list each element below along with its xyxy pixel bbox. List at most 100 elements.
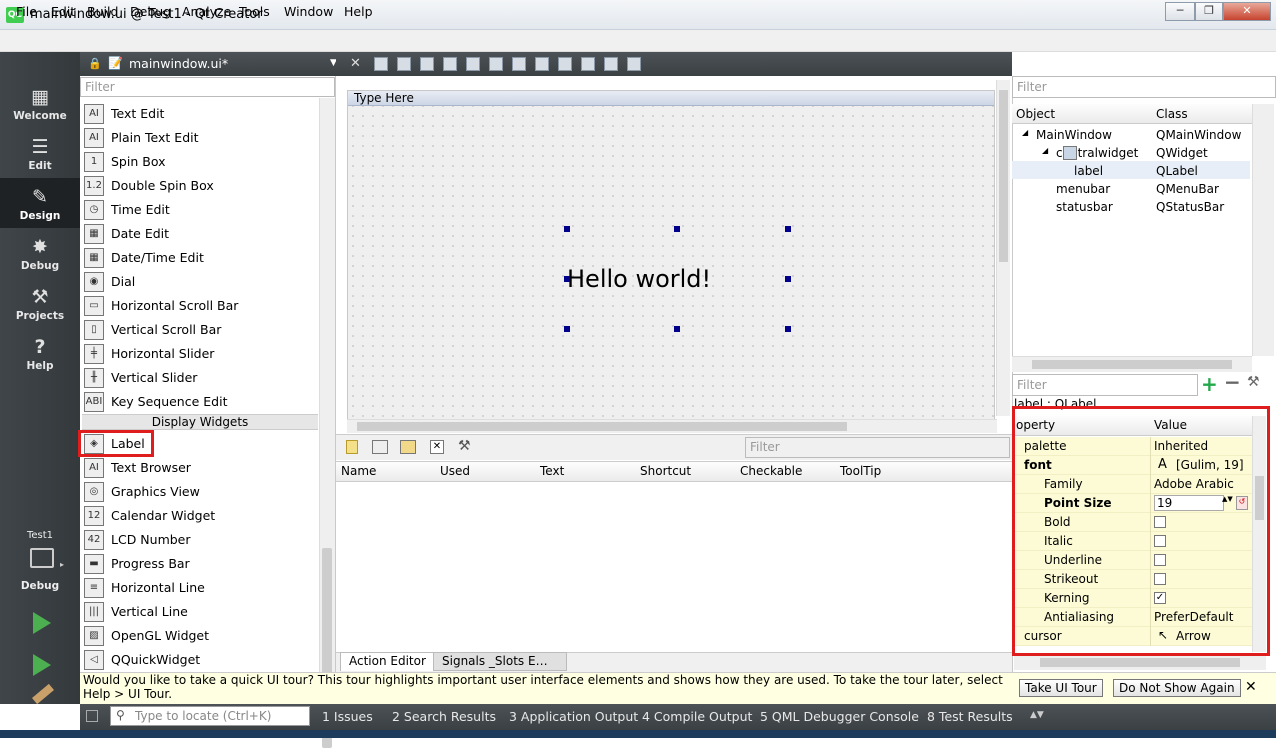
close-document-icon[interactable]: ✕: [350, 56, 361, 71]
form-tool-icon[interactable]: [420, 57, 434, 71]
object-vertical-scrollbar[interactable]: [1252, 104, 1274, 356]
form-tool-icon[interactable]: [535, 57, 549, 71]
pane-more-icon[interactable]: ▲▼: [1030, 710, 1044, 720]
paste-action-icon[interactable]: [400, 440, 416, 454]
monitor-icon[interactable]: [30, 548, 54, 568]
mode-welcome[interactable]: ▦ Welcome: [0, 78, 80, 128]
output-pane-5[interactable]: 5 QML Debugger Console: [760, 709, 919, 724]
debug-run-icon[interactable]: [33, 654, 51, 676]
selection-handle[interactable]: [674, 326, 680, 332]
widget-item-vertical-line[interactable]: ||| Vertical Line: [82, 600, 312, 624]
selection-handle[interactable]: [564, 276, 570, 282]
menu-analyze[interactable]: Analyze: [182, 4, 231, 19]
add-property-icon[interactable]: +: [1201, 374, 1218, 394]
form-tool-icon[interactable]: [512, 57, 526, 71]
locator-input[interactable]: Type to locate (Ctrl+K): [110, 706, 310, 726]
form-tool-icon[interactable]: [443, 57, 457, 71]
mode-design[interactable]: ✎ Design: [0, 178, 80, 228]
do-not-show-again-button[interactable]: Do Not Show Again: [1113, 679, 1241, 697]
menu-build[interactable]: Build: [87, 4, 118, 19]
mode-projects[interactable]: ⚒ Projects: [0, 278, 80, 328]
form-tool-icon[interactable]: [581, 57, 595, 71]
property-horizontal-scrollbar[interactable]: [1014, 656, 1266, 670]
widget-item-plain-text-edit[interactable]: AI Plain Text Edit: [82, 126, 312, 150]
object-name[interactable]: MainWindow: [1036, 128, 1112, 146]
menu-help[interactable]: Help: [344, 4, 373, 19]
object-horizontal-scrollbar[interactable]: [1012, 356, 1252, 372]
selection-handle[interactable]: [785, 326, 791, 332]
category-display-widgets[interactable]: Display Widgets: [82, 414, 318, 430]
hello-label[interactable]: Hello world!: [567, 265, 711, 293]
form-tool-icon[interactable]: [627, 57, 641, 71]
widget-item-opengl-widget[interactable]: ▨ OpenGL Widget: [82, 624, 312, 648]
selection-handle[interactable]: [674, 226, 680, 232]
menu-file[interactable]: File: [16, 4, 37, 19]
widget-item-vertical-scroll-bar[interactable]: ▯ Vertical Scroll Bar: [82, 318, 312, 342]
mode-debug[interactable]: ✸ Debug: [0, 228, 80, 278]
widget-item-text-browser[interactable]: AI Text Browser: [82, 456, 312, 480]
selection-handle[interactable]: [785, 276, 791, 282]
output-pane-2[interactable]: 2 Search Results: [392, 709, 496, 724]
form-tool-icon[interactable]: [374, 57, 388, 71]
copy-action-icon[interactable]: [372, 440, 388, 454]
close-window-button[interactable]: ✕: [1223, 2, 1271, 21]
selection-handle[interactable]: [564, 226, 570, 232]
widget-item-double-spin-box[interactable]: 1.2 Double Spin Box: [82, 174, 312, 198]
remove-property-icon[interactable]: −: [1224, 372, 1241, 392]
open-document-name[interactable]: mainwindow.ui*: [129, 56, 228, 71]
canvas-horizontal-scrollbar[interactable]: [347, 419, 997, 433]
action-filter-input[interactable]: Filter: [745, 437, 1010, 458]
form-tool-icon[interactable]: [489, 57, 503, 71]
widget-item-progress-bar[interactable]: ▬ Progress Bar: [82, 552, 312, 576]
output-pane-1[interactable]: 1 Issues: [322, 709, 373, 724]
tree-expander-icon[interactable]: ◢: [1022, 128, 1028, 146]
widget-item-dial[interactable]: ◉ Dial: [82, 270, 312, 294]
widget-item-key-sequence-edit[interactable]: ABI Key Sequence Edit: [82, 390, 312, 414]
configure-wrench-icon[interactable]: ⚒: [458, 438, 471, 454]
toggle-sidebar-icon[interactable]: [86, 710, 98, 722]
selection-handle[interactable]: [564, 326, 570, 332]
action-column-name[interactable]: Name: [341, 464, 376, 478]
output-pane-6[interactable]: 8 Test Results: [927, 709, 1013, 724]
menu-edit[interactable]: Edit: [51, 4, 75, 19]
form-tool-icon[interactable]: [604, 57, 618, 71]
widget-item-time-edit[interactable]: ◷ Time Edit: [82, 198, 312, 222]
form-tool-icon[interactable]: [397, 57, 411, 71]
tab-action-editor[interactable]: Action Editor: [340, 652, 435, 671]
widget-item-lcd-number[interactable]: 42 LCD Number: [82, 528, 312, 552]
run-icon[interactable]: [33, 612, 51, 634]
menu-tools[interactable]: Tools: [239, 4, 270, 19]
widget-box-scrollbar[interactable]: [319, 98, 335, 748]
maximize-button[interactable]: ❐: [1195, 2, 1223, 21]
widget-item-qquickwidget[interactable]: ◁ QQuickWidget: [82, 648, 312, 672]
menu-debug[interactable]: Debug: [130, 4, 171, 19]
mode-help[interactable]: ? Help: [0, 328, 80, 378]
action-column-shortcut[interactable]: Shortcut: [640, 464, 691, 478]
widget-item-spin-box[interactable]: 1 Spin Box: [82, 150, 312, 174]
widget-item-calendar-widget[interactable]: 12 Calendar Widget: [82, 504, 312, 528]
widget-item-horizontal-line[interactable]: ≡ Horizontal Line: [82, 576, 312, 600]
action-column-tooltip[interactable]: ToolTip: [840, 464, 881, 478]
property-wrench-icon[interactable]: ⚒: [1247, 374, 1260, 390]
object-filter-input[interactable]: Filter: [1012, 76, 1276, 98]
form-tool-icon[interactable]: [466, 57, 480, 71]
widget-item-date-time-edit[interactable]: ▦ Date/Time Edit: [82, 246, 312, 270]
form-tool-icon[interactable]: [558, 57, 572, 71]
widget-item-horizontal-slider[interactable]: ╪ Horizontal Slider: [82, 342, 312, 366]
close-tour-icon[interactable]: ✕: [1245, 679, 1257, 695]
widget-item-graphics-view[interactable]: ◎ Graphics View: [82, 480, 312, 504]
minimize-button[interactable]: ─: [1165, 2, 1195, 21]
action-column-used[interactable]: Used: [440, 464, 470, 478]
object-column-header[interactable]: Object: [1016, 107, 1055, 121]
widget-filter-input[interactable]: Filter: [80, 77, 335, 97]
selection-handle[interactable]: [785, 226, 791, 232]
action-column-checkable[interactable]: Checkable: [740, 464, 802, 478]
object-name[interactable]: label: [1074, 164, 1103, 182]
take-ui-tour-button[interactable]: Take UI Tour: [1019, 679, 1103, 697]
object-name[interactable]: menubar: [1056, 182, 1110, 200]
property-filter-input[interactable]: Filter: [1012, 374, 1198, 396]
tab-signals-slots[interactable]: Signals _Slots E…: [433, 652, 567, 671]
mode-edit[interactable]: ☰ Edit: [0, 128, 80, 178]
widget-item-horizontal-scroll-bar[interactable]: ▭ Horizontal Scroll Bar: [82, 294, 312, 318]
class-column-header[interactable]: Class: [1156, 107, 1188, 121]
